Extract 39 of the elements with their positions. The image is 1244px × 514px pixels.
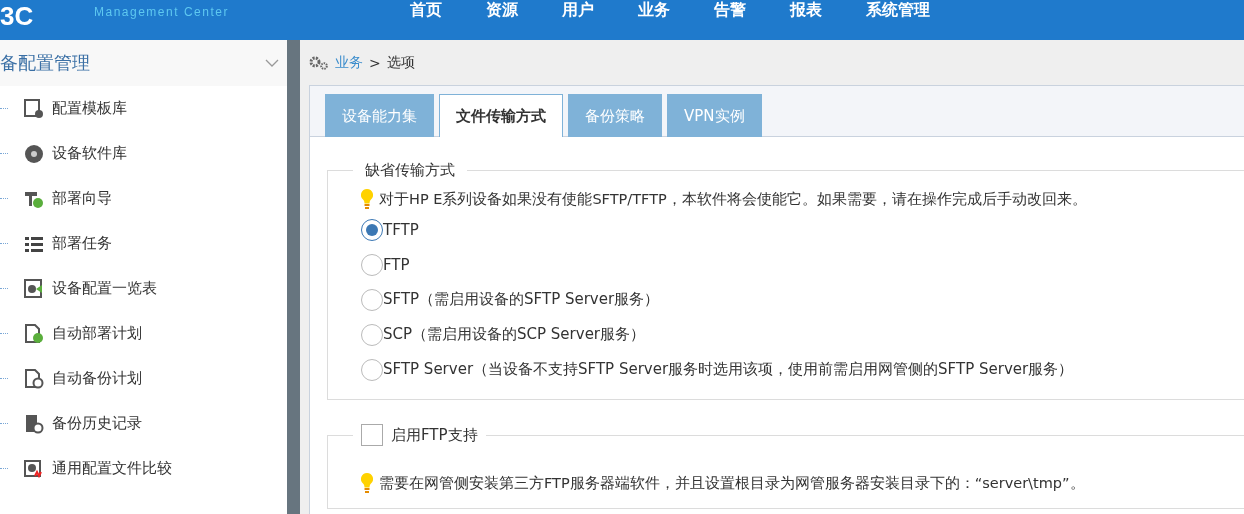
gears-icon <box>309 55 329 70</box>
sidebar-item[interactable]: 自动部署计划 <box>0 311 287 356</box>
sidebar-item[interactable]: 自动备份计划 <box>0 356 287 401</box>
group-title: 缺省传输方式 <box>364 161 456 180</box>
hint-text: 对于HP E系列设备如果没有使能SFTP/TFTP，本软件将会使能它。如果需要，请在操作完成后手动改回来。 <box>379 189 1087 209</box>
breadcrumb-current: 选项 <box>386 53 415 72</box>
sidebar-item[interactable]: 设备配置一览表 <box>0 266 287 311</box>
sidebar-header[interactable]: 备配置管理 <box>0 40 287 86</box>
sidebar-item[interactable]: 通用配置文件比较 <box>0 446 287 491</box>
sidebar-title: 备配置管理 <box>0 51 90 75</box>
document-circle-icon <box>24 368 44 389</box>
sidebar-item[interactable]: 部署向导 <box>0 176 287 221</box>
nav-item[interactable]: 业务 <box>616 2 692 18</box>
checkbox[interactable] <box>361 424 383 446</box>
hint-text: 需要在网管侧安装第三方FTP服务器端软件，并且设置根目录为网管服务器安装目录下的：“server\tmp”。 <box>379 473 1085 493</box>
sidebar-item[interactable]: 部署任务 <box>0 221 287 266</box>
nav-item[interactable]: 资源 <box>464 2 540 18</box>
breadcrumb-separator: > <box>369 54 381 71</box>
sidebar-item[interactable]: 设备软件库 <box>0 131 287 176</box>
product-name: Management Center <box>94 6 230 19</box>
radio-option[interactable]: TFTP <box>361 212 1244 247</box>
logo: 3C <box>0 2 35 30</box>
lightbulb-icon <box>361 189 373 209</box>
lightbulb-icon <box>361 473 373 493</box>
sidebar-item[interactable]: 备份历史记录 <box>0 401 287 446</box>
tab[interactable]: 文件传输方式 <box>439 94 563 137</box>
nav-item[interactable]: 用户 <box>540 2 616 18</box>
sidebar-item[interactable]: 配置模板库 <box>0 86 287 131</box>
checkbox-label: 启用FTP支持 <box>391 425 478 445</box>
radio-option[interactable]: SFTP Server（当设备不支持SFTP Server服务时选用该项，使用前需启用网管侧的SFTP Server服务） <box>361 352 1244 387</box>
nav-item[interactable]: 告警 <box>692 2 768 18</box>
nav-item[interactable]: 报表 <box>768 2 844 18</box>
radio-option[interactable]: SCP（需启用设备的SCP Server服务） <box>361 317 1244 352</box>
folder-circle-icon <box>24 413 44 434</box>
nav-item[interactable]: 首页 <box>388 2 464 18</box>
disc-icon <box>24 143 44 164</box>
radio-option[interactable]: SFTP（需启用设备的SFTP Server服务） <box>361 282 1244 317</box>
nav-item[interactable]: 系统管理 <box>844 2 952 18</box>
radio-option[interactable]: FTP <box>361 247 1244 282</box>
